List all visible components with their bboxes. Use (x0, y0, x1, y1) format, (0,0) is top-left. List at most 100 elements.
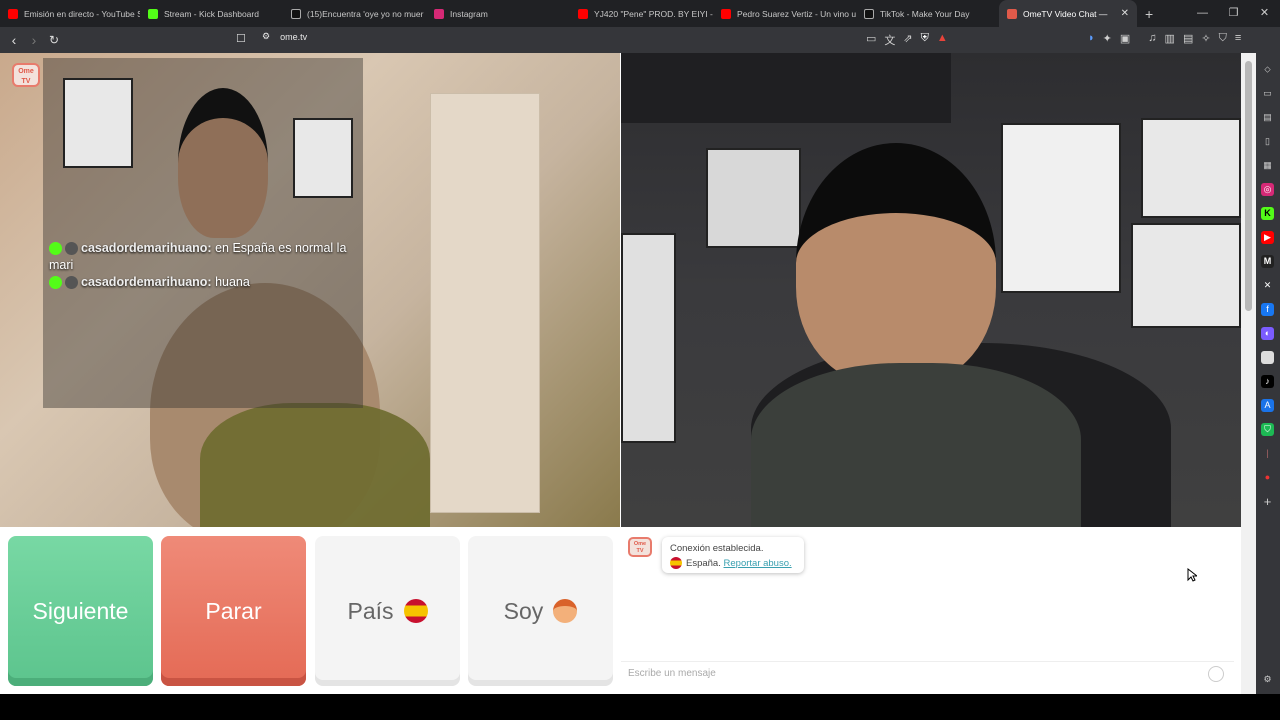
app-icon[interactable]: ● (1261, 471, 1274, 484)
reload-icon[interactable]: ↻ (44, 33, 64, 47)
tab-youtube-live[interactable]: Emisión en directo - YouTube S (0, 0, 140, 27)
instagram-icon[interactable]: ◎ (1261, 183, 1274, 196)
tiktok-icon (864, 8, 874, 19)
minimize-icon[interactable]: — (1187, 0, 1218, 27)
poster (1001, 123, 1121, 293)
translate-icon[interactable]: 文 (884, 32, 895, 48)
kick-icon (148, 8, 158, 19)
tab-kick-dashboard[interactable]: Stream - Kick Dashboard (140, 0, 283, 27)
tab-tiktok[interactable]: TikTok - Make Your Day (856, 0, 999, 27)
tab-title: Emisión en directo - YouTube S (24, 8, 140, 19)
url-field[interactable]: ⚙ ome.tv (262, 31, 307, 42)
ometv-logo: Ome TV (628, 537, 652, 557)
shield-icon[interactable]: ⛨ (921, 32, 929, 48)
forward-icon[interactable]: › (24, 32, 44, 48)
cast-icon[interactable]: ▭ (866, 32, 876, 48)
page-scrollbar[interactable] (1241, 53, 1256, 694)
chat-text: huana (211, 275, 250, 289)
gender-button[interactable]: Soy (468, 536, 613, 686)
menu-icon[interactable]: ≡ (1235, 32, 1241, 45)
report-abuse-link[interactable]: Reportar abuso. (724, 558, 792, 569)
logo-text: Ome (18, 68, 34, 75)
sidebar-toggle-icon[interactable]: ▥ (1165, 32, 1175, 45)
vpn-app-icon[interactable]: ⛉ (1261, 423, 1274, 436)
back-icon[interactable]: ‹ (4, 32, 24, 48)
system-message: Conexión establecida. España. Reportar a… (662, 537, 804, 573)
sidebar-settings-icon[interactable]: ⚙ (1261, 673, 1274, 686)
controls-panel: Siguiente Parar País Soy (0, 527, 620, 694)
wallet-icon[interactable]: ▤ (1183, 32, 1193, 45)
ai-icon[interactable]: ✧ (1201, 32, 1210, 45)
extensions-icon[interactable]: ✦ (1103, 32, 1112, 45)
address-bar: ‹ › ↻ ☐ ⚙ ome.tv ▭ 文 ⇗ ⛨ ▲ ◗ ✦ ▣ ♫ ▥ ▤ ✧… (0, 27, 1280, 53)
history-icon[interactable]: ▦ (1261, 159, 1274, 172)
tab-ometv[interactable]: OmeTV Video Chat — ✕ (999, 0, 1137, 27)
stop-button[interactable]: Parar (161, 536, 306, 686)
poster (63, 78, 133, 168)
tiktok-icon (291, 8, 301, 19)
app-icon[interactable]: ◐ (1261, 327, 1274, 340)
tab-instagram[interactable]: Instagram (426, 0, 570, 27)
facebook-icon[interactable]: f (1261, 303, 1274, 316)
x-icon[interactable]: ✕ (1261, 279, 1274, 292)
youtube-icon (721, 8, 731, 19)
close-tab-icon[interactable]: ✕ (1121, 8, 1129, 19)
voice-icon[interactable]: ◗ (1088, 32, 1095, 45)
stop-label: Parar (205, 597, 262, 624)
message-input[interactable]: Escribe un mensaje (621, 661, 1234, 687)
gender-label: Soy (503, 597, 544, 624)
country-name: España. (686, 558, 721, 569)
reading-list-icon[interactable]: ▭ (1261, 87, 1274, 100)
youtube-icon (578, 8, 588, 19)
messenger-app-icon[interactable]: M (1261, 255, 1274, 268)
tab-tiktok-search[interactable]: (15)Encuentra 'oye yo no muer (283, 0, 426, 27)
vpn-icon[interactable]: ⛉ (1219, 32, 1227, 45)
emoji-icon[interactable] (1208, 666, 1224, 682)
ometv-logo: Ome TV (12, 63, 40, 87)
next-label: Siguiente (32, 597, 129, 624)
user-badge-icon (65, 276, 78, 290)
new-tab-button[interactable]: + (1145, 6, 1153, 22)
user-badge-icon (65, 242, 78, 256)
site-settings-icon[interactable]: ⚙ (262, 31, 270, 42)
close-window-icon[interactable]: ✕ (1249, 0, 1280, 27)
wallet-icon[interactable]: ▤ (1261, 111, 1274, 124)
chat-panel: Ome TV Conexión establecida. España. Rep… (621, 527, 1234, 694)
boy-face-icon (553, 599, 578, 623)
kick-badge-icon (49, 276, 62, 290)
tab-youtube-song[interactable]: YJ420 "Pene" PROD. BY EIYI - Y (570, 0, 713, 27)
spain-flag-icon (403, 599, 428, 623)
bookmark-icon[interactable]: ☐ (236, 32, 246, 45)
bookmarks-icon[interactable]: ▯ (1261, 135, 1274, 148)
screenshot-icon[interactable]: ▣ (1120, 32, 1130, 45)
youtube-icon[interactable]: ▶ (1261, 231, 1274, 244)
poster (1131, 223, 1241, 328)
poster (621, 233, 676, 443)
scrollbar-thumb[interactable] (1245, 61, 1252, 311)
tab-youtube-pedro[interactable]: Pedro Suarez Vertiz - Un vino u (713, 0, 856, 27)
poster (293, 118, 353, 198)
tab-bar: Emisión en directo - YouTube S Stream - … (0, 0, 1280, 27)
next-button[interactable]: Siguiente (8, 536, 153, 686)
window-controls: — ❐ ✕ (1187, 0, 1280, 27)
restore-icon[interactable]: ❐ (1218, 0, 1249, 27)
remote-video (621, 53, 1241, 527)
translate-app-icon[interactable]: A (1261, 399, 1274, 412)
music-icon[interactable]: ♫ (1148, 32, 1156, 45)
app-icon[interactable]: | (1261, 447, 1274, 460)
logo-text: TV (636, 548, 644, 554)
local-video: casadordemarihuano: en España es normal … (0, 53, 620, 527)
rewards-icon[interactable]: ▲ (937, 32, 948, 48)
photos-icon[interactable] (1261, 351, 1274, 364)
share-icon[interactable]: ⇗ (903, 32, 912, 48)
chat-username: casadordemarihuano: (81, 275, 212, 289)
kick-icon[interactable]: K (1261, 207, 1274, 220)
tab-title: YJ420 "Pene" PROD. BY EIYI - Y (594, 8, 713, 19)
address-actions: ▭ 文 ⇗ ⛨ ▲ (866, 32, 948, 48)
country-button[interactable]: País (315, 536, 460, 686)
tiktok-icon[interactable]: ♪ (1261, 375, 1274, 388)
tab-title: Stream - Kick Dashboard (164, 8, 259, 19)
remote-person (796, 143, 996, 383)
add-sidebar-icon[interactable]: + (1261, 495, 1274, 508)
ai-sidebar-icon[interactable]: ⬦ (1261, 63, 1274, 76)
